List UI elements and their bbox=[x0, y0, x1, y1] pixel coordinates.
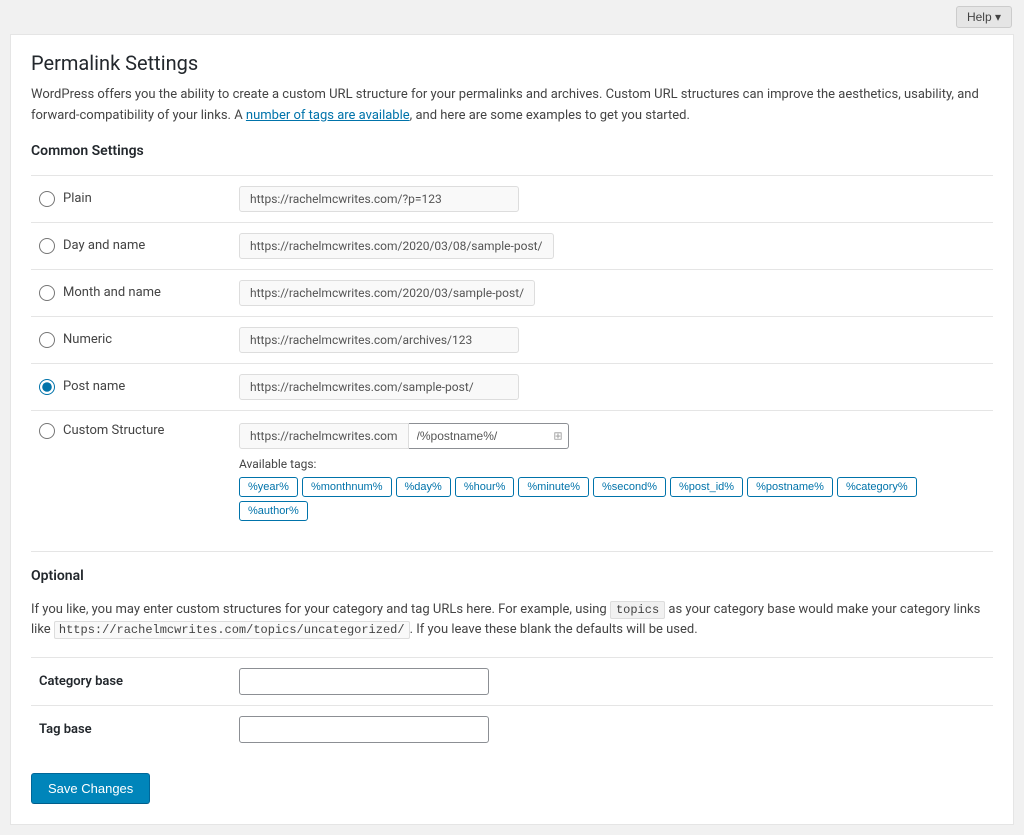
optional-field-input-0[interactable] bbox=[239, 668, 489, 695]
tag-btn-minute[interactable]: %minute% bbox=[518, 477, 589, 497]
optional-field-label-0: Category base bbox=[31, 658, 231, 706]
top-bar: Help ▾ bbox=[0, 0, 1024, 34]
tag-btn-year[interactable]: %year% bbox=[239, 477, 298, 497]
tag-btn-monthnum[interactable]: %monthnum% bbox=[302, 477, 392, 497]
radio-label-numeric[interactable]: Numeric bbox=[39, 332, 223, 348]
custom-structure-label-text: Custom Structure bbox=[63, 423, 164, 438]
custom-structure-radio[interactable] bbox=[39, 423, 55, 439]
url-display-numeric: https://rachelmcwrites.com/archives/123 bbox=[239, 327, 519, 353]
radio-row-day-name: Day and name https://rachelmcwrites.com/… bbox=[31, 222, 993, 269]
custom-structure-label[interactable]: Custom Structure bbox=[39, 423, 223, 439]
radio-label-plain[interactable]: Plain bbox=[39, 191, 223, 207]
radio-label-text-month-name: Month and name bbox=[63, 285, 161, 300]
url-display-month-name: https://rachelmcwrites.com/2020/03/sampl… bbox=[239, 280, 535, 306]
optional-desc-part3: . If you leave these blank the defaults … bbox=[410, 622, 698, 637]
radio-row-post-name: Post name https://rachelmcwrites.com/sam… bbox=[31, 363, 993, 410]
grid-icon: ⊞ bbox=[553, 429, 562, 442]
optional-fields-table: Category base Tag base bbox=[31, 657, 993, 753]
custom-structure-row: Custom Structure https://rachelmcwrites.… bbox=[31, 410, 993, 531]
tag-btn-postname[interactable]: %postname% bbox=[747, 477, 833, 497]
content-area: Permalink Settings WordPress offers you … bbox=[10, 34, 1014, 825]
custom-input-wrapper: ⊞ bbox=[409, 423, 569, 449]
common-settings-table: Plain https://rachelmcwrites.com/?p=123 … bbox=[31, 175, 993, 531]
radio-plain[interactable] bbox=[39, 191, 55, 207]
help-button[interactable]: Help ▾ bbox=[956, 6, 1012, 28]
available-tags-label: Available tags: bbox=[239, 457, 985, 471]
save-changes-button[interactable]: Save Changes bbox=[31, 773, 150, 804]
custom-structure-input[interactable] bbox=[409, 423, 569, 449]
radio-post-name[interactable] bbox=[39, 379, 55, 395]
optional-description: If you like, you may enter custom struct… bbox=[31, 600, 993, 642]
radio-label-month-name[interactable]: Month and name bbox=[39, 285, 223, 301]
intro-link[interactable]: number of tags are available bbox=[246, 108, 410, 123]
tag-btn-author[interactable]: %author% bbox=[239, 501, 308, 521]
custom-url-prefix: https://rachelmcwrites.com bbox=[239, 423, 409, 449]
common-settings-title: Common Settings bbox=[31, 143, 993, 163]
tag-btn-hour[interactable]: %hour% bbox=[455, 477, 515, 497]
tag-btn-second[interactable]: %second% bbox=[593, 477, 666, 497]
tag-btn-category[interactable]: %category% bbox=[837, 477, 917, 497]
custom-structure-inputs: https://rachelmcwrites.com ⊞ bbox=[239, 423, 985, 449]
radio-label-text-post-name: Post name bbox=[63, 379, 125, 394]
tag-btn-day[interactable]: %day% bbox=[396, 477, 451, 497]
optional-section: Optional If you like, you may enter cust… bbox=[31, 551, 993, 754]
url-display-day-name: https://rachelmcwrites.com/2020/03/08/sa… bbox=[239, 233, 554, 259]
radio-label-day-name[interactable]: Day and name bbox=[39, 238, 223, 254]
radio-label-text-numeric: Numeric bbox=[63, 332, 112, 347]
tag-btn-post_id[interactable]: %post_id% bbox=[670, 477, 743, 497]
radio-day-name[interactable] bbox=[39, 238, 55, 254]
radio-label-text-plain: Plain bbox=[63, 191, 92, 206]
intro-after-link: , and here are some examples to get you … bbox=[410, 108, 690, 123]
optional-url-example: https://rachelmcwrites.com/topics/uncate… bbox=[54, 621, 410, 639]
optional-desc-part1: If you like, you may enter custom struct… bbox=[31, 602, 610, 617]
optional-field-row-0: Category base bbox=[31, 658, 993, 706]
tags-container: %year%%monthnum%%day%%hour%%minute%%seco… bbox=[239, 477, 985, 521]
optional-field-input-1[interactable] bbox=[239, 716, 489, 743]
optional-field-label-1: Tag base bbox=[31, 706, 231, 754]
radio-month-name[interactable] bbox=[39, 285, 55, 301]
radio-numeric[interactable] bbox=[39, 332, 55, 348]
radio-row-plain: Plain https://rachelmcwrites.com/?p=123 bbox=[31, 175, 993, 222]
radio-row-month-name: Month and name https://rachelmcwrites.co… bbox=[31, 269, 993, 316]
url-display-post-name: https://rachelmcwrites.com/sample-post/ bbox=[239, 374, 519, 400]
radio-row-numeric: Numeric https://rachelmcwrites.com/archi… bbox=[31, 316, 993, 363]
page-wrapper: Help ▾ Permalink Settings WordPress offe… bbox=[0, 0, 1024, 825]
intro-text: WordPress offers you the ability to crea… bbox=[31, 85, 993, 127]
radio-label-text-day-name: Day and name bbox=[63, 238, 145, 253]
url-display-plain: https://rachelmcwrites.com/?p=123 bbox=[239, 186, 519, 212]
page-title: Permalink Settings bbox=[31, 51, 993, 75]
radio-label-post-name[interactable]: Post name bbox=[39, 379, 223, 395]
optional-code-example: topics bbox=[610, 601, 665, 619]
optional-title: Optional bbox=[31, 568, 993, 588]
optional-field-row-1: Tag base bbox=[31, 706, 993, 754]
